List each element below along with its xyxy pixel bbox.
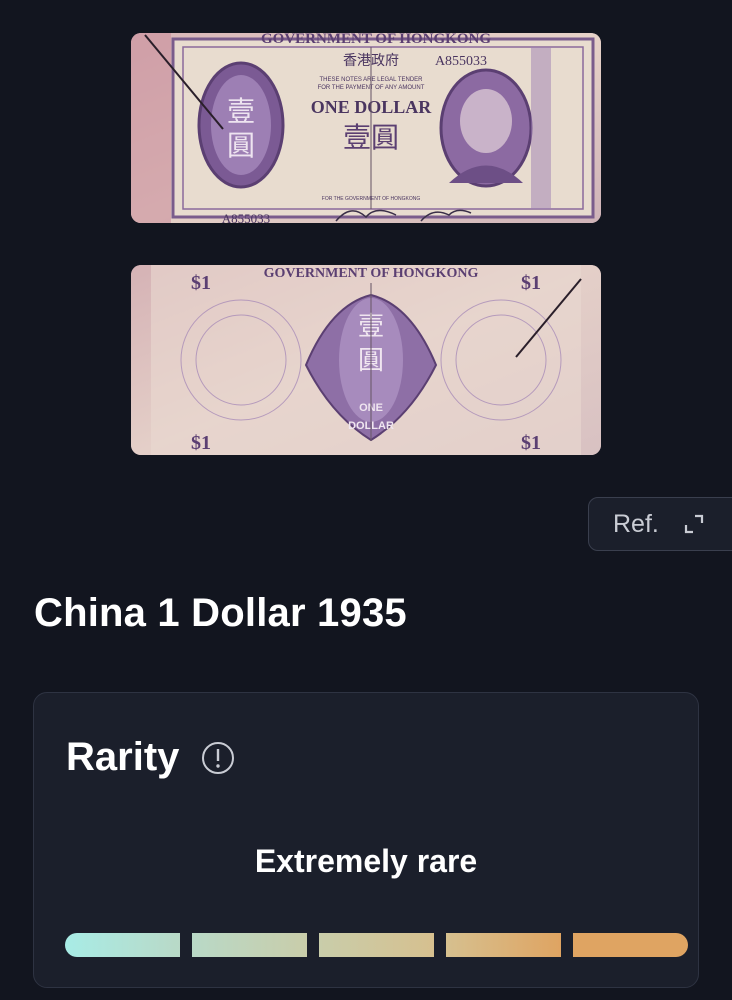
rarity-segment-5 [573, 933, 688, 957]
ref-button-label: Ref. [613, 509, 659, 538]
ref-button[interactable]: Ref. [588, 497, 732, 551]
rarity-scale [65, 933, 688, 957]
rarity-title: Rarity [66, 735, 180, 779]
front-chinese-left-bottom: 圓 [227, 129, 255, 162]
expand-icon [683, 513, 705, 535]
front-for-government: FOR THE GOVERNMENT OF HONGKONG [322, 196, 421, 202]
back-top-text: GOVERNMENT OF HONGKONG [264, 266, 479, 281]
item-title: China 1 Dollar 1935 [34, 591, 407, 635]
coin-detail-screen: GOVERNMENT OF HONGKONG 壹 圓 香港政府 A855033 … [0, 0, 732, 1000]
rarity-card: Rarity Extremely rare [33, 692, 699, 988]
banknote-back-illustration: GOVERNMENT OF HONGKONG $1 $1 $1 $1 壹 圓 O… [131, 265, 601, 455]
back-corner-value-tr: $1 [521, 272, 541, 294]
front-chinese-left-top: 壹 [227, 95, 255, 128]
banknote-back-image[interactable]: GOVERNMENT OF HONGKONG $1 $1 $1 $1 壹 圓 O… [131, 265, 601, 455]
rarity-header: Rarity [66, 735, 235, 780]
front-serial: A855033 [435, 54, 487, 69]
back-corner-value-tl: $1 [191, 272, 211, 294]
info-icon[interactable] [201, 741, 235, 775]
front-serial-bottom: A855033 [222, 211, 270, 223]
back-corner-value-br: $1 [521, 432, 541, 454]
banknote-front-illustration: GOVERNMENT OF HONGKONG 壹 圓 香港政府 A855033 … [131, 33, 601, 223]
banknote-front-image[interactable]: GOVERNMENT OF HONGKONG 壹 圓 香港政府 A855033 … [131, 33, 601, 223]
rarity-level: Extremely rare [254, 843, 478, 879]
rarity-segment-3 [319, 933, 434, 957]
rarity-segment-4 [446, 933, 561, 957]
rarity-segment-1 [65, 933, 180, 957]
rarity-segment-2 [192, 933, 307, 957]
front-top-text: GOVERNMENT OF HONGKONG [261, 33, 491, 47]
back-corner-value-bl: $1 [191, 432, 211, 454]
